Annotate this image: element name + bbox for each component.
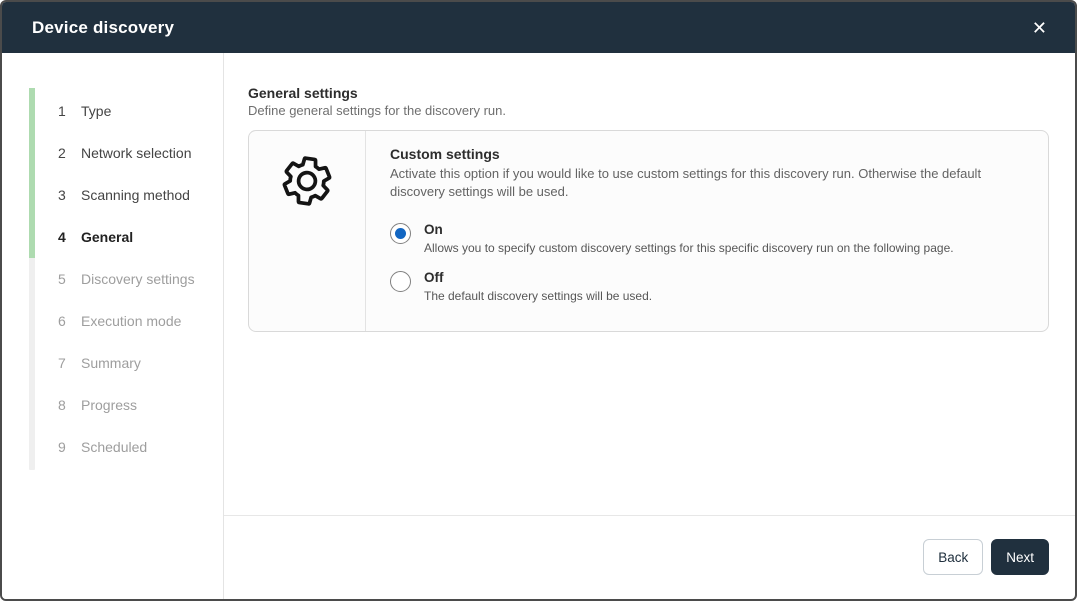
radio-option-off[interactable]: Off The default discovery settings will … [390, 270, 1024, 303]
step-label: Progress [81, 397, 137, 413]
radio-on-selected[interactable] [390, 223, 411, 244]
step-label: Scheduled [81, 439, 147, 455]
page-title: General settings [248, 85, 1049, 101]
step-label: Discovery settings [81, 271, 195, 287]
main-panel: General settings Define general settings… [224, 53, 1075, 599]
radio-off-unselected[interactable] [390, 271, 411, 292]
step-number: 2 [58, 145, 73, 161]
step-network-selection[interactable]: 2 Network selection [2, 132, 223, 174]
step-type[interactable]: 1 Type [2, 90, 223, 132]
dialog-title: Device discovery [32, 18, 174, 38]
progress-track [29, 88, 35, 470]
step-label: Scanning method [81, 187, 190, 203]
dialog-body: 1 Type 2 Network selection 3 Scanning me… [2, 53, 1075, 599]
dialog-footer: Back Next [224, 515, 1075, 599]
card-content: Custom settings Activate this option if … [366, 131, 1048, 331]
step-number: 3 [58, 187, 73, 203]
step-number: 5 [58, 271, 73, 287]
radio-option-on[interactable]: On Allows you to specify custom discover… [390, 222, 1024, 255]
step-list: 1 Type 2 Network selection 3 Scanning me… [2, 53, 223, 468]
radio-on-description: Allows you to specify custom discovery s… [424, 241, 954, 255]
step-discovery-settings[interactable]: 5 Discovery settings [2, 258, 223, 300]
general-settings-content: General settings Define general settings… [224, 53, 1075, 515]
step-progress[interactable]: 8 Progress [2, 384, 223, 426]
step-label: Summary [81, 355, 141, 371]
step-number: 7 [58, 355, 73, 371]
card-icon-panel [249, 131, 366, 331]
gear-icon [279, 152, 335, 331]
step-number: 6 [58, 313, 73, 329]
step-execution-mode[interactable]: 6 Execution mode [2, 300, 223, 342]
step-general[interactable]: 4 General [2, 216, 223, 258]
custom-settings-card: Custom settings Activate this option if … [248, 130, 1049, 332]
radio-off-description: The default discovery settings will be u… [424, 289, 652, 303]
step-number: 1 [58, 103, 73, 119]
page-subtitle: Define general settings for the discover… [248, 103, 1049, 118]
progress-fill [29, 88, 35, 258]
step-label: Type [81, 103, 111, 119]
wizard-steps-sidebar: 1 Type 2 Network selection 3 Scanning me… [2, 53, 224, 599]
card-description: Activate this option if you would like t… [390, 165, 1024, 202]
step-label: Execution mode [81, 313, 181, 329]
radio-on-label: On [424, 222, 954, 237]
step-summary[interactable]: 7 Summary [2, 342, 223, 384]
dialog-header: Device discovery ✕ [2, 2, 1075, 53]
back-button[interactable]: Back [923, 539, 983, 575]
card-title: Custom settings [390, 146, 1024, 162]
step-scanning-method[interactable]: 3 Scanning method [2, 174, 223, 216]
next-button[interactable]: Next [991, 539, 1049, 575]
step-number: 9 [58, 439, 73, 455]
step-number: 4 [58, 229, 73, 245]
step-label: Network selection [81, 145, 192, 161]
radio-off-label: Off [424, 270, 652, 285]
device-discovery-dialog: Device discovery ✕ 1 Type 2 Network sele… [0, 0, 1077, 601]
step-label: General [81, 229, 133, 245]
close-icon[interactable]: ✕ [1026, 15, 1053, 41]
step-number: 8 [58, 397, 73, 413]
step-scheduled[interactable]: 9 Scheduled [2, 426, 223, 468]
